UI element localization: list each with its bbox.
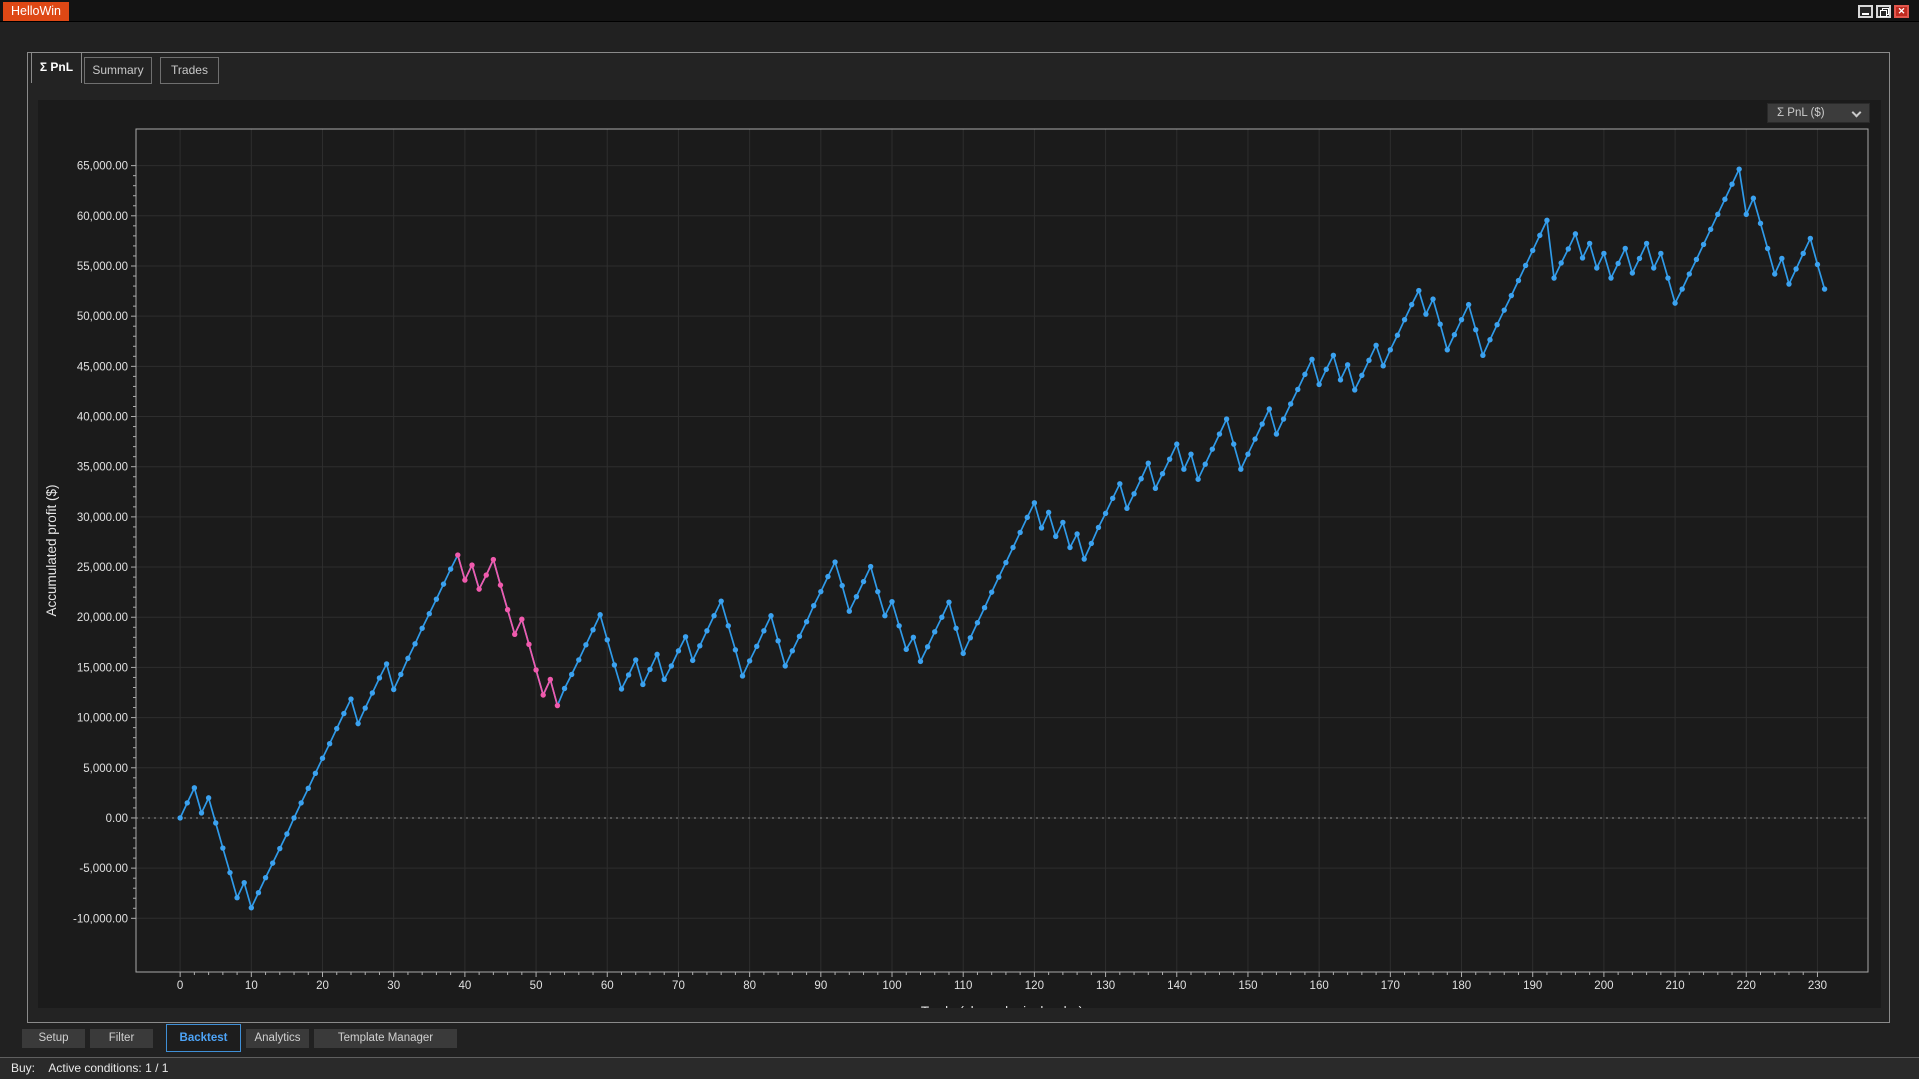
pnl-line [180,169,1824,908]
x-axis-label: Trade (chronological order) [921,1004,1083,1008]
svg-text:50: 50 [530,980,543,992]
close-icon: ✕ [1898,6,1906,16]
svg-text:15,000.00: 15,000.00 [77,662,128,674]
svg-text:200: 200 [1594,980,1613,992]
tab-backtest[interactable]: Backtest [166,1024,241,1052]
svg-text:100: 100 [882,980,901,992]
svg-text:10,000.00: 10,000.00 [77,713,128,725]
close-button[interactable]: ✕ [1894,5,1909,18]
svg-text:55,000.00: 55,000.00 [77,261,128,273]
svg-text:130: 130 [1096,980,1115,992]
axis-ticks [131,166,1817,977]
svg-text:45,000.00: 45,000.00 [77,361,128,373]
svg-text:170: 170 [1381,980,1400,992]
svg-text:60,000.00: 60,000.00 [77,211,128,223]
pnl-line-highlight [458,555,558,706]
svg-text:180: 180 [1452,980,1471,992]
series-dropdown[interactable]: Σ PnL ($) [1767,103,1870,123]
chevron-down-icon [1852,108,1862,118]
app-title: HelloWin [3,2,69,21]
svg-text:230: 230 [1808,980,1827,992]
svg-text:90: 90 [814,980,827,992]
restore-icon [1880,8,1887,15]
y-axis-label: Accumulated profit ($) [44,484,59,616]
status-bar: Buy: Active conditions: 1 / 1 [0,1057,1919,1079]
svg-text:30,000.00: 30,000.00 [77,512,128,524]
svg-text:-10,000.00: -10,000.00 [73,913,128,925]
plot-area-border[interactable] [136,129,1868,972]
gridlines [136,129,1868,972]
svg-text:5,000.00: 5,000.00 [83,763,128,775]
axis-titles: Trade (chronological order) Accumulated p… [44,484,1083,1008]
svg-text:-5,000.00: -5,000.00 [79,863,128,875]
tab-sigma-pnl[interactable]: Σ PnL [31,52,82,83]
svg-text:65,000.00: 65,000.00 [77,161,128,173]
svg-text:20,000.00: 20,000.00 [77,612,128,624]
svg-text:190: 190 [1523,980,1542,992]
svg-text:20: 20 [316,980,329,992]
minimize-button[interactable] [1858,5,1873,18]
tab-summary[interactable]: Summary [84,57,152,84]
svg-text:160: 160 [1310,980,1329,992]
svg-text:150: 150 [1238,980,1257,992]
restore-button[interactable] [1876,5,1891,18]
minimize-icon [1862,13,1869,15]
svg-text:80: 80 [743,980,756,992]
svg-text:110: 110 [954,980,972,992]
chart-container: 0 10 20 30 40 50 60 70 80 90 100 110 120 130 140 150 160… [38,100,1881,1008]
status-prefix: Buy: [11,1061,35,1075]
tab-template-manager[interactable]: Template Manager [314,1029,457,1048]
svg-text:40,000.00: 40,000.00 [77,412,128,424]
axis-tick-labels: 0 10 20 30 40 50 60 70 80 90 100 110 120 130 140 150 160… [73,161,1827,992]
svg-text:35,000.00: 35,000.00 [77,462,128,474]
svg-text:30: 30 [387,980,400,992]
tab-setup[interactable]: Setup [22,1029,85,1048]
status-text: Active conditions: 1 / 1 [48,1061,168,1075]
pnl-chart[interactable]: 0 10 20 30 40 50 60 70 80 90 100 110 120 130 140 150 160… [38,100,1881,1008]
app-window: { "window": { "title": "HelloWin" }, "to… [0,0,1919,1079]
data-points [177,166,1827,910]
tab-filter[interactable]: Filter [90,1029,153,1048]
svg-text:140: 140 [1167,980,1186,992]
svg-text:0: 0 [177,980,183,992]
titlebar: HelloWin ✕ [0,0,1919,22]
tab-trades[interactable]: Trades [160,57,219,84]
svg-text:25,000.00: 25,000.00 [77,562,128,574]
svg-text:0.00: 0.00 [106,813,128,825]
svg-text:50,000.00: 50,000.00 [77,311,128,323]
svg-text:70: 70 [672,980,685,992]
svg-text:210: 210 [1665,980,1684,992]
series-dropdown-value: Σ PnL ($) [1777,107,1825,119]
svg-text:60: 60 [601,980,614,992]
svg-text:120: 120 [1025,980,1044,992]
svg-text:10: 10 [245,980,258,992]
svg-text:220: 220 [1737,980,1756,992]
tab-analytics[interactable]: Analytics [246,1029,309,1048]
svg-text:40: 40 [458,980,471,992]
